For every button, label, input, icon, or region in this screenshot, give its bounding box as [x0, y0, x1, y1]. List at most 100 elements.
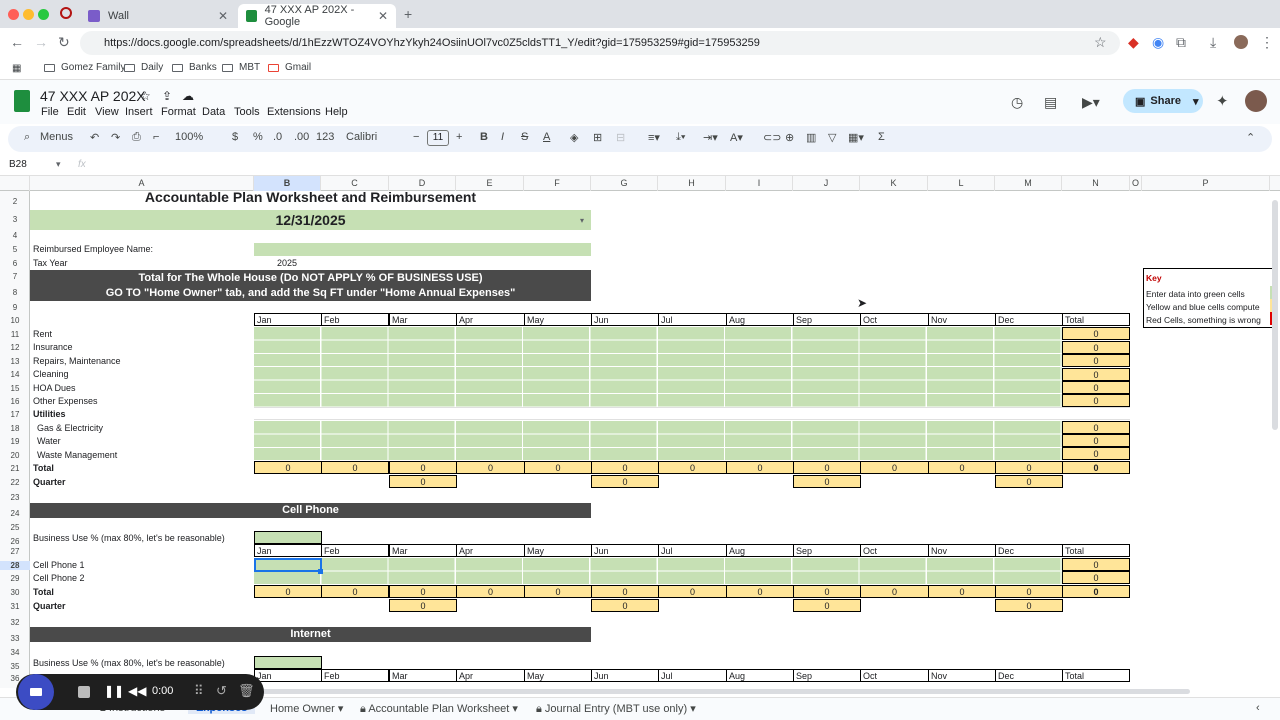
chevron-down-icon[interactable]: ▾ — [56, 159, 61, 170]
browser-tab-sheet[interactable]: 47 XXX AP 202X - Google ✕ — [238, 4, 396, 28]
select-all-corner[interactable] — [0, 176, 30, 191]
new-tab-icon[interactable]: + — [404, 6, 412, 22]
drag-handle-icon[interactable]: ⠿ — [194, 683, 204, 699]
redo-icon[interactable]: ↷ — [111, 131, 120, 144]
bookmark-star-icon[interactable]: ☆ — [1094, 34, 1107, 51]
trash-icon[interactable]: 🗑︎ — [238, 683, 255, 699]
tax-year-value[interactable]: 2025 — [277, 258, 297, 268]
row-number[interactable]: 28 — [0, 561, 30, 570]
col-header-i[interactable]: I — [726, 176, 793, 191]
decrease-decimal[interactable]: .0 — [273, 131, 282, 143]
back-icon[interactable]: ← — [10, 34, 24, 50]
row-number[interactable]: 18 — [0, 424, 30, 433]
print-icon[interactable]: ⎙ — [132, 131, 141, 144]
extension-icon[interactable]: ◆ — [1128, 34, 1139, 51]
undo-icon[interactable]: ↶ — [90, 131, 99, 144]
font-size-decrease[interactable]: − — [413, 131, 419, 143]
chart-icon[interactable]: ▥ — [806, 131, 816, 144]
wrap-icon[interactable]: ⇥▾ — [703, 131, 718, 144]
stop-icon[interactable] — [78, 686, 90, 698]
move-folder-icon[interactable]: ⇪ — [162, 89, 172, 103]
bookmark-gomez-family[interactable]: Gomez Family — [44, 62, 125, 73]
scroll-tabs-left-icon[interactable]: ‹ — [1256, 702, 1260, 714]
comment-icon[interactable]: ⊕ — [785, 131, 794, 144]
bookmark-daily[interactable]: Daily — [124, 62, 163, 73]
search-icon[interactable]: ⌕ — [24, 131, 30, 144]
doc-title[interactable]: 47 XXX AP 202X — [40, 88, 146, 104]
paint-format-icon[interactable]: ⌐ — [153, 131, 159, 143]
row-number[interactable]: 13 — [0, 357, 30, 366]
row-number[interactable]: 14 — [0, 370, 30, 379]
row-number[interactable]: 2 — [0, 197, 30, 206]
filter-views-icon[interactable]: ▦▾ — [848, 131, 864, 144]
col-header-m[interactable]: M — [995, 176, 1062, 191]
comments-icon[interactable]: ▤ — [1044, 94, 1057, 111]
font-size-increase[interactable]: + — [456, 131, 462, 143]
row-number[interactable]: 27 — [0, 547, 30, 556]
bold-icon[interactable]: B — [480, 131, 488, 143]
maximize-window-icon[interactable] — [38, 9, 49, 20]
row-number[interactable]: 12 — [0, 343, 30, 352]
share-button[interactable]: ▣ Share ▾ — [1123, 89, 1203, 113]
col-header-o[interactable]: O — [1130, 176, 1142, 191]
user-avatar[interactable] — [1245, 90, 1267, 112]
bookmark-gmail[interactable]: Gmail — [268, 62, 311, 73]
row-number[interactable]: 25 — [0, 523, 30, 532]
col-header-h[interactable]: H — [658, 176, 726, 191]
percent-format[interactable]: % — [253, 131, 263, 143]
row-number[interactable]: 26 — [0, 537, 30, 546]
italic-icon[interactable]: I — [501, 131, 504, 143]
restart-icon[interactable]: ↺ — [216, 683, 227, 699]
sheet-tab-journal-entry[interactable]: 🔒︎ Journal Entry (MBT use only) ▾ — [536, 702, 696, 716]
row-number[interactable]: 30 — [0, 588, 30, 597]
row-number[interactable]: 21 — [0, 464, 30, 473]
menu-help[interactable]: Help — [325, 106, 348, 118]
col-header-f[interactable]: F — [524, 176, 591, 191]
zoom-select[interactable]: 100% — [175, 131, 203, 143]
font-select[interactable]: Calibri — [346, 131, 377, 143]
cloud-status-icon[interactable]: ☁ — [182, 89, 194, 103]
row-number[interactable]: 8 — [0, 288, 30, 297]
download-icon[interactable]: ⤓ — [1210, 34, 1216, 51]
row-number[interactable]: 29 — [0, 574, 30, 583]
formula-input[interactable] — [96, 158, 1276, 173]
menu-insert[interactable]: Insert — [125, 106, 153, 118]
profile-avatar[interactable] — [1234, 35, 1248, 49]
functions-icon[interactable]: Σ — [878, 131, 885, 143]
row-number[interactable]: 16 — [0, 397, 30, 406]
row-number[interactable]: 32 — [0, 618, 30, 627]
bookmark-mbt[interactable]: MBT — [222, 62, 260, 73]
sheet-tab-home-owner[interactable]: Home Owner ▾ — [270, 702, 343, 715]
row-number[interactable]: 6 — [0, 259, 30, 268]
increase-decimal[interactable]: .00 — [294, 131, 309, 143]
selected-cell-b28[interactable] — [254, 558, 322, 572]
link-icon[interactable]: ⊂⊃ — [763, 131, 781, 144]
close-tab-icon[interactable]: ✕ — [378, 9, 388, 23]
gemini-icon[interactable]: ✦ — [1216, 92, 1229, 110]
extensions-puzzle-icon[interactable]: ⧉ — [1176, 34, 1186, 51]
apps-grid-icon[interactable]: ▦ — [12, 63, 21, 74]
row-number[interactable]: 35 — [0, 662, 30, 671]
number-format[interactable]: 123 — [316, 131, 334, 143]
menu-edit[interactable]: Edit — [67, 106, 86, 118]
menu-format[interactable]: Format — [161, 106, 196, 118]
col-header-g[interactable]: G — [591, 176, 658, 191]
record-icon[interactable] — [60, 7, 72, 19]
pause-icon[interactable]: ❚❚ — [104, 684, 124, 698]
row-number[interactable]: 19 — [0, 437, 30, 446]
font-size-input[interactable]: 11 — [427, 130, 449, 146]
date-cell[interactable]: 12/31/2025 — [30, 210, 591, 230]
name-box[interactable]: B28 — [9, 159, 27, 170]
fill-handle[interactable] — [318, 569, 323, 574]
row-number[interactable]: 5 — [0, 245, 30, 254]
meet-icon[interactable]: ▶▾ — [1082, 94, 1100, 111]
close-window-icon[interactable] — [8, 9, 19, 20]
sheets-logo[interactable] — [14, 90, 30, 112]
menu-file[interactable]: File — [41, 106, 59, 118]
bookmark-banks[interactable]: Banks — [172, 62, 217, 73]
row-number[interactable]: 4 — [0, 231, 30, 240]
fill-color-icon[interactable]: ◈ — [570, 131, 578, 144]
employee-name-input[interactable] — [254, 243, 591, 256]
row-number[interactable]: 22 — [0, 478, 30, 487]
row-number[interactable]: 3 — [0, 215, 30, 224]
